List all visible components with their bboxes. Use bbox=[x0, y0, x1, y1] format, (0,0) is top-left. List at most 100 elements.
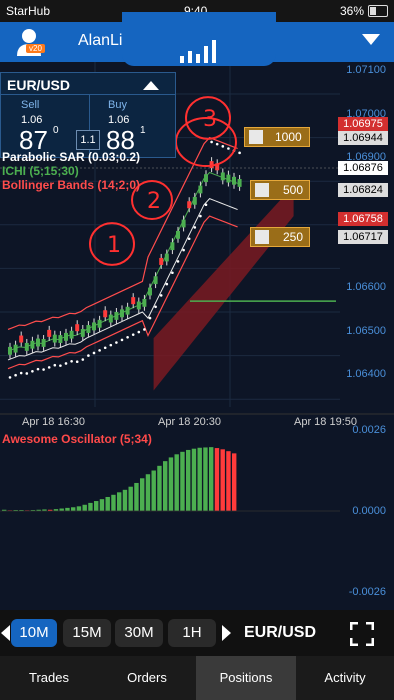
bb-indicator-label[interactable]: Bollinger Bands (14;2;0) bbox=[2, 178, 140, 192]
oscillator-bar bbox=[197, 447, 202, 511]
time-axis-label: Apr 18 19:50 bbox=[294, 416, 357, 428]
collapse-up-icon[interactable] bbox=[143, 81, 159, 90]
sar-dot bbox=[31, 369, 34, 373]
oscillator-bar bbox=[71, 507, 76, 511]
sar-dot bbox=[120, 338, 124, 342]
fullscreen-icon[interactable] bbox=[350, 622, 374, 646]
oscillator-axis-label: 0.0000 bbox=[352, 505, 386, 517]
candle bbox=[8, 346, 12, 355]
oscillator-bar bbox=[117, 492, 122, 511]
candle bbox=[13, 344, 18, 353]
candle bbox=[80, 329, 85, 337]
tab-trades[interactable]: Trades bbox=[0, 656, 98, 700]
price-axis-label: 1.06400 bbox=[346, 368, 386, 380]
tab-activity[interactable]: Activity bbox=[296, 656, 394, 700]
sar-dot bbox=[165, 282, 169, 286]
candle bbox=[164, 253, 169, 262]
candle bbox=[120, 309, 124, 318]
oscillator-bar bbox=[140, 478, 145, 511]
oscillator-bar bbox=[214, 448, 220, 511]
candle bbox=[237, 179, 242, 187]
candle bbox=[148, 287, 152, 296]
candle bbox=[86, 325, 91, 333]
candle bbox=[220, 172, 225, 181]
timeframe-1h-button[interactable]: 1H bbox=[168, 619, 216, 647]
sar-indicator-label[interactable]: Parabolic SAR (0.03;0.2) bbox=[2, 150, 140, 164]
oscillator-axis-label: 0.0026 bbox=[352, 424, 386, 436]
candle bbox=[92, 322, 96, 331]
candle bbox=[19, 335, 24, 343]
sar-dot bbox=[103, 346, 107, 350]
oscillator-bar bbox=[180, 451, 185, 511]
sar-dot bbox=[199, 214, 202, 218]
oscillator-bar bbox=[105, 496, 110, 511]
sar-dot bbox=[171, 271, 174, 275]
oscillator-bar bbox=[203, 447, 208, 511]
oscillator-bar bbox=[157, 465, 162, 511]
sar-dot bbox=[19, 371, 23, 375]
price-axis-label: 1.06500 bbox=[346, 325, 386, 337]
tab-positions[interactable]: Positions bbox=[196, 656, 296, 700]
oscillator-bar bbox=[128, 486, 133, 511]
oscillator-bar bbox=[209, 447, 214, 511]
oscillator-bar bbox=[145, 474, 151, 511]
sar-dot bbox=[159, 294, 163, 297]
sar-dot bbox=[176, 260, 180, 263]
candle bbox=[198, 185, 203, 194]
candle bbox=[159, 257, 164, 265]
timeframe-15m-button[interactable]: 15M bbox=[63, 619, 111, 647]
ask-price-tag: 1.06975 bbox=[338, 117, 388, 131]
pair-selector[interactable]: EUR/USD bbox=[244, 624, 316, 642]
current-price-tag: 1.06876 bbox=[338, 161, 388, 175]
sar-dot bbox=[64, 362, 68, 365]
buy-button[interactable]: Buy 1.06 88 1 bbox=[89, 95, 174, 155]
ichi-indicator-label[interactable]: ICHI (5;15;30) bbox=[2, 164, 79, 178]
sar-dot bbox=[143, 328, 146, 331]
next-timeframe-icon[interactable] bbox=[222, 625, 231, 641]
sell-arrow-icon bbox=[255, 183, 269, 197]
sell-button[interactable]: Sell 1.06 87 0 bbox=[3, 95, 87, 155]
time-axis-label: Apr 18 16:30 bbox=[22, 416, 85, 428]
oscillator-bar bbox=[151, 470, 156, 511]
prev-timeframe-icon[interactable] bbox=[1, 625, 10, 641]
bar-chart-icon[interactable] bbox=[178, 38, 218, 64]
oscillator-bar bbox=[122, 489, 128, 511]
candle bbox=[64, 332, 68, 341]
oscillator-bar bbox=[65, 507, 70, 511]
sar-dot bbox=[59, 364, 62, 367]
time-axis-label: Apr 18 20:30 bbox=[158, 416, 221, 428]
sar-dot bbox=[8, 376, 12, 379]
order-tag[interactable]: 500 bbox=[250, 180, 310, 200]
sar-dot bbox=[154, 305, 157, 309]
bottom-navigation: Trades Orders Positions Activity bbox=[0, 656, 394, 700]
timeframe-bar: 10M 15M 30M 1H EUR/USD bbox=[0, 610, 394, 656]
buy-label: Buy bbox=[108, 99, 127, 111]
candle bbox=[41, 339, 46, 347]
sar-dot bbox=[36, 367, 40, 371]
candle bbox=[131, 297, 136, 305]
sar-dot bbox=[92, 351, 96, 355]
sar-dot bbox=[75, 360, 79, 364]
sar-dot bbox=[14, 373, 17, 377]
sar-dot bbox=[210, 140, 213, 144]
oscillator-bar bbox=[163, 461, 168, 511]
sar-dot bbox=[42, 368, 45, 371]
menu-dropdown-icon[interactable] bbox=[362, 34, 380, 45]
timeframe-30m-button[interactable]: 30M bbox=[115, 619, 163, 647]
oscillator-title[interactable]: Awesome Oscillator (5;34) bbox=[2, 432, 152, 446]
buy-price-fraction: 1 bbox=[140, 125, 146, 136]
sar-dot bbox=[70, 359, 73, 363]
oscillator-bar bbox=[76, 506, 82, 511]
username[interactable]: AlanLi bbox=[78, 32, 122, 50]
oscillator-bar bbox=[82, 504, 87, 511]
timeframe-10m-button[interactable]: 10M bbox=[11, 619, 57, 647]
oscillator-bar bbox=[111, 494, 116, 511]
sar-dot bbox=[126, 335, 129, 339]
sar-dot bbox=[47, 366, 51, 369]
candle bbox=[125, 306, 130, 315]
oscillator-bar bbox=[226, 451, 231, 511]
tab-orders[interactable]: Orders bbox=[98, 656, 196, 700]
order-tag[interactable]: 1000 bbox=[244, 127, 310, 147]
sar-dot bbox=[227, 147, 230, 150]
order-tag[interactable]: 250 bbox=[250, 227, 310, 247]
